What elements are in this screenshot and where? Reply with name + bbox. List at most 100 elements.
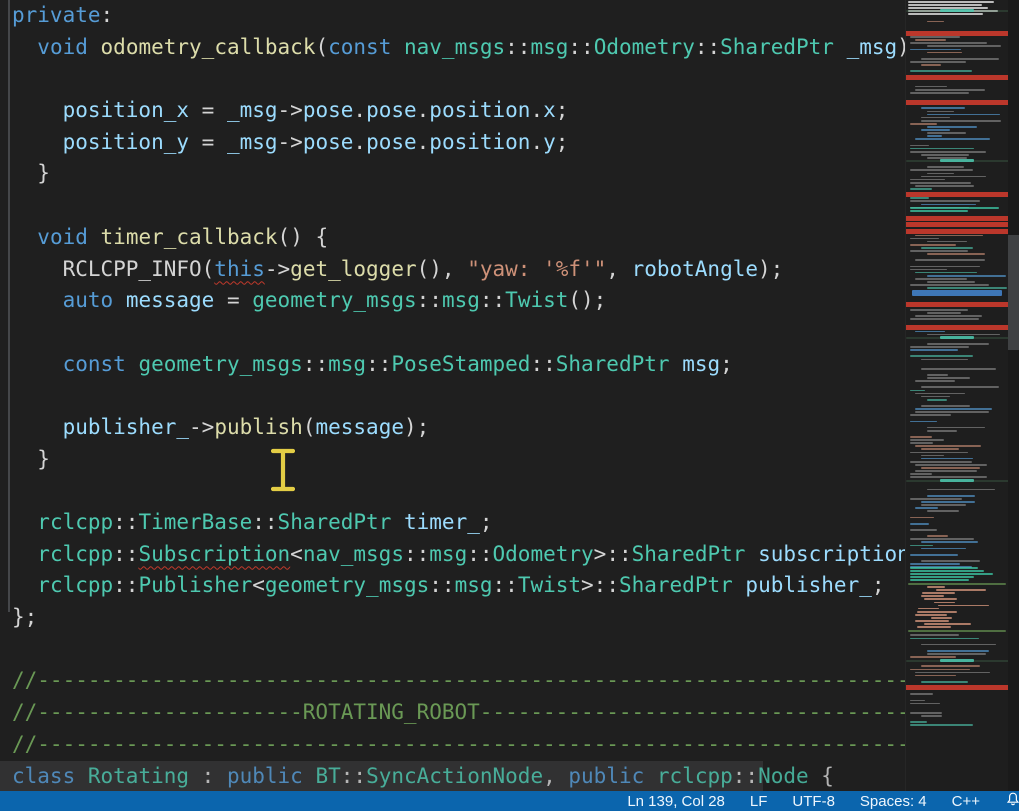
code-line[interactable]: private:	[0, 0, 905, 32]
editor-pane[interactable]: private: void odometry_callback(const na…	[0, 0, 905, 791]
minimap-row	[927, 489, 995, 491]
code-line[interactable]: //--------------------------------------…	[0, 665, 905, 697]
code-line[interactable]: }	[0, 444, 905, 476]
minimap-row	[927, 650, 989, 652]
code-token: };	[12, 605, 37, 629]
minimap-row	[910, 452, 968, 454]
code-token: RCLCPP_INFO(	[12, 257, 214, 281]
code-token: _msg	[847, 35, 898, 59]
code-token: pose	[366, 130, 417, 154]
code-token: rclcpp	[37, 573, 113, 597]
code-token: class	[12, 764, 75, 788]
status-indentation[interactable]: Spaces: 4	[860, 793, 927, 810]
code-line[interactable]: rclcpp::TimerBase::SharedPtr timer_;	[0, 507, 905, 539]
code-token: rclcpp	[37, 542, 113, 566]
code-token: nav_msgs	[303, 542, 404, 566]
code-token: pose	[303, 98, 354, 122]
minimap-row	[908, 1, 994, 3]
code-token: public	[227, 764, 303, 788]
code-line[interactable]: auto message = geometry_msgs::msg::Twist…	[0, 285, 905, 317]
status-language[interactable]: C++	[952, 793, 980, 810]
code-token: <	[252, 573, 265, 597]
minimap-row	[915, 89, 985, 91]
status-encoding[interactable]: UTF-8	[792, 793, 835, 810]
minimap-row	[938, 605, 988, 607]
code-line[interactable]: };	[0, 602, 905, 634]
minimap-divider-line	[908, 630, 1006, 632]
code-line[interactable]: position_x = _msg->pose.pose.position.x;	[0, 95, 905, 127]
minimap-row	[927, 253, 985, 255]
code-token: ::	[113, 542, 138, 566]
code-line[interactable]: void odometry_callback(const nav_msgs::m…	[0, 32, 905, 64]
code-token: ::	[366, 352, 391, 376]
code-line[interactable]: position_y = _msg->pose.pose.position.y;	[0, 127, 905, 159]
code-line[interactable]	[0, 190, 905, 222]
minimap-section-label	[940, 659, 974, 662]
minimap-row	[910, 197, 929, 199]
minimap-row	[921, 455, 944, 457]
code-line[interactable]: publisher_->publish(message);	[0, 412, 905, 444]
code-token: msg	[682, 352, 720, 376]
minimap-row	[910, 238, 939, 240]
minimap-row	[910, 570, 984, 572]
code-token: .	[417, 98, 430, 122]
code-line[interactable]	[0, 475, 905, 507]
code-token	[75, 764, 88, 788]
code-token: (),	[417, 257, 468, 281]
code-token: );	[758, 257, 783, 281]
code-line[interactable]: rclcpp::Subscription<nav_msgs::msg::Odom…	[0, 539, 905, 571]
code-token	[12, 98, 63, 122]
scrollbar-thumb[interactable]	[1008, 235, 1019, 350]
code-line[interactable]	[0, 63, 905, 95]
code-token: subscription_	[758, 542, 905, 566]
minimap-row	[908, 13, 983, 15]
minimap-error-bar	[906, 192, 1008, 197]
code-token: msg	[530, 35, 568, 59]
scrollbar-track[interactable]	[1008, 0, 1019, 791]
minimap-section-label	[940, 9, 974, 12]
code-token: .	[530, 98, 543, 122]
code-token: .	[417, 130, 430, 154]
code-token: get_logger	[290, 257, 416, 281]
status-eol[interactable]: LF	[750, 793, 768, 810]
code-token: //--------------------------------------…	[12, 732, 905, 756]
code-token: msg	[328, 352, 366, 376]
code-line[interactable]: const geometry_msgs::msg::PoseStamped::S…	[0, 349, 905, 381]
code-line[interactable]	[0, 634, 905, 666]
code-token: void	[37, 225, 88, 249]
minimap-row	[927, 132, 966, 134]
minimap-row	[910, 579, 969, 581]
code-line[interactable]: //--------------------------------------…	[0, 729, 905, 761]
minimap-row	[921, 504, 966, 506]
minimap-row	[910, 567, 978, 569]
minimap[interactable]	[905, 0, 1008, 791]
code-token: :	[189, 764, 227, 788]
code-line[interactable]: rclcpp::Publisher<geometry_msgs::msg::Tw…	[0, 570, 905, 602]
code-token: SharedPtr	[632, 542, 746, 566]
code-token: .	[353, 98, 366, 122]
code-token: <	[290, 542, 303, 566]
status-cursor-position[interactable]: Ln 139, Col 28	[627, 793, 725, 810]
code-line[interactable]	[0, 380, 905, 412]
minimap-row	[910, 712, 942, 714]
code-line[interactable]: RCLCPP_INFO(this->get_logger(), "yaw: '%…	[0, 254, 905, 286]
minimap-error-bar	[906, 216, 1008, 221]
code-token: ->	[265, 257, 290, 281]
minimap-row	[927, 173, 954, 175]
code-token: );	[404, 415, 429, 439]
minimap-row	[910, 390, 925, 392]
minimap-row	[921, 64, 941, 66]
code-line[interactable]	[0, 317, 905, 349]
code-line[interactable]: class Rotating : public BT::SyncActionNo…	[0, 761, 905, 792]
bell-icon[interactable]	[1005, 791, 1019, 811]
code-line[interactable]: //---------------------ROTATING_ROBOT---…	[0, 697, 905, 729]
code-token	[113, 288, 126, 312]
code-line[interactable]: }	[0, 158, 905, 190]
code-line[interactable]: void timer_callback() {	[0, 222, 905, 254]
code-token: {	[809, 764, 834, 788]
minimap-row	[910, 538, 974, 540]
minimap-row	[910, 414, 951, 416]
minimap-row	[921, 560, 980, 562]
code-token: //---------------------ROTATING_ROBOT---…	[12, 700, 905, 724]
minimap-row	[927, 334, 1000, 336]
